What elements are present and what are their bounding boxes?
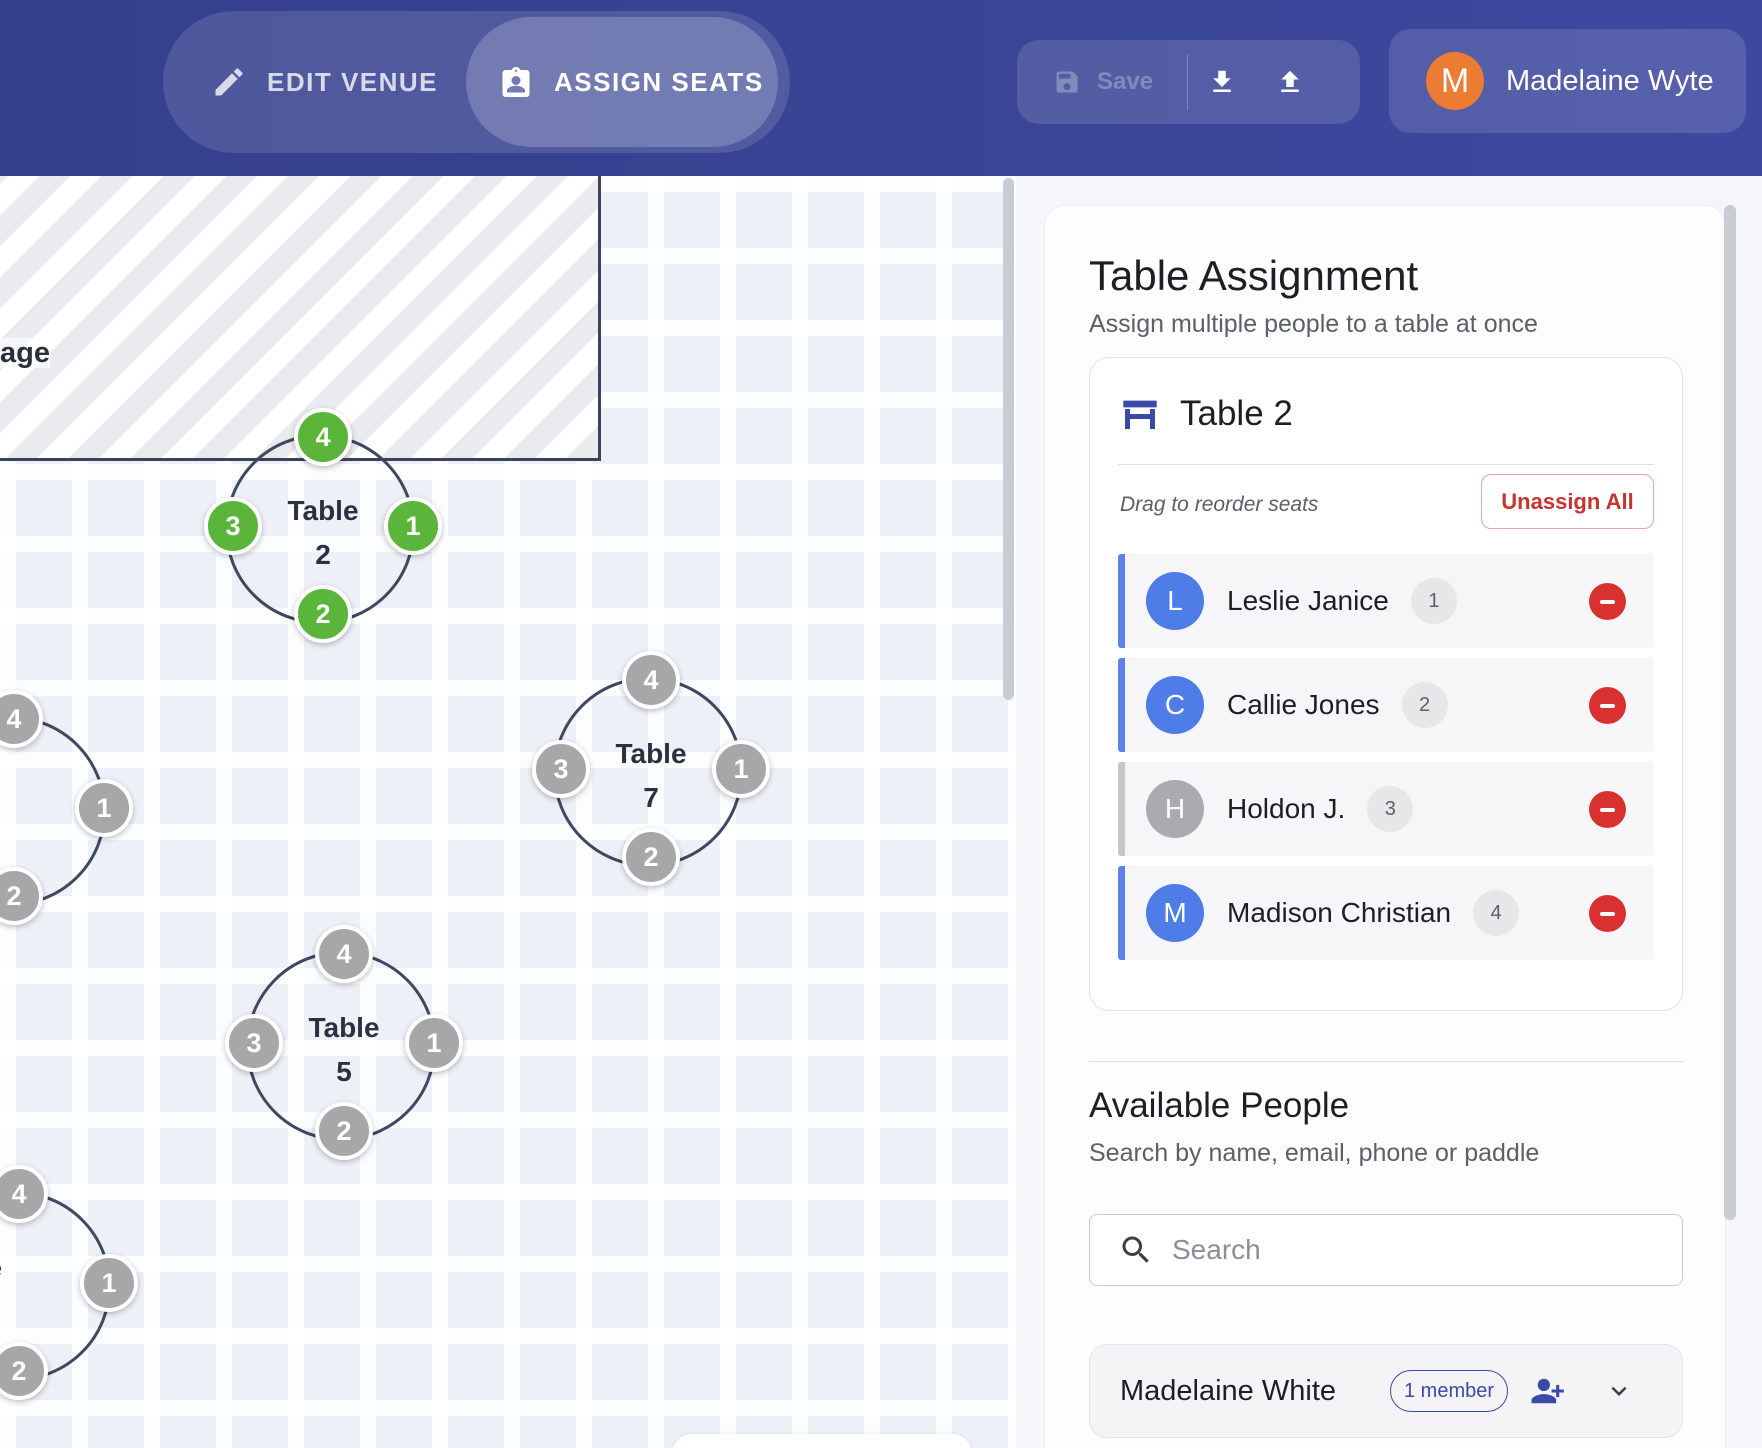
- avatar: L: [1146, 572, 1204, 630]
- download-button[interactable]: [1188, 40, 1256, 124]
- download-icon: [1213, 70, 1231, 92]
- minus-icon: [1600, 911, 1615, 916]
- seat[interactable]: 3: [532, 740, 590, 798]
- divider: [1118, 464, 1654, 465]
- edit-venue-button[interactable]: EDIT VENUE: [163, 17, 463, 147]
- remove-person-button[interactable]: [1589, 583, 1626, 620]
- remove-person-button[interactable]: [1589, 791, 1626, 828]
- upload-icon: [1281, 70, 1299, 92]
- divider: [1089, 1061, 1683, 1062]
- person-add-icon: [1531, 1378, 1564, 1404]
- table-8[interactable]: able 8 4 1 2 3: [0, 1165, 138, 1400]
- panel-title: Table Assignment: [1089, 252, 1419, 299]
- seat[interactable]: 2: [0, 1342, 48, 1400]
- panel-scrollbar[interactable]: [1724, 205, 1736, 1220]
- person-name: Leslie Janice: [1227, 585, 1389, 616]
- assigned-person-row[interactable]: L Leslie Janice 1: [1118, 554, 1654, 648]
- seat[interactable]: 2: [294, 585, 352, 643]
- avatar: M: [1146, 884, 1204, 942]
- seat-number: 2: [1401, 682, 1448, 728]
- minus-icon: [1600, 807, 1615, 812]
- save-icon: [1056, 71, 1078, 93]
- avatar: H: [1146, 780, 1204, 838]
- canvas-overlay-pill: [672, 1434, 972, 1448]
- minus-icon: [1600, 599, 1615, 604]
- available-people-title: Available People: [1089, 1086, 1350, 1125]
- seat[interactable]: 2: [622, 828, 680, 886]
- panel-subtitle: Assign multiple people to a table at onc…: [1089, 310, 1538, 338]
- table-7[interactable]: Table 7 4 1 2 3: [532, 651, 770, 886]
- seat[interactable]: 1: [80, 1254, 138, 1312]
- reorder-hint: Drag to reorder seats: [1120, 493, 1319, 516]
- card-header: Table 2: [1120, 394, 1293, 434]
- seat[interactable]: 2: [315, 1102, 373, 1160]
- seat[interactable]: 4: [0, 690, 43, 748]
- seat[interactable]: 4: [622, 651, 680, 709]
- available-group-row[interactable]: Madelaine White 1 member: [1089, 1344, 1683, 1438]
- minus-icon: [1600, 703, 1615, 708]
- selected-table-name: Table 2: [1180, 394, 1293, 433]
- seat[interactable]: 4: [0, 1165, 48, 1223]
- person-name: Madison Christian: [1227, 897, 1452, 928]
- assignment-panel: Table Assignment Assign multiple people …: [1045, 206, 1725, 1448]
- member-count-badge: 1 member: [1390, 1370, 1509, 1412]
- remove-person-button[interactable]: [1589, 895, 1626, 932]
- seat[interactable]: 1: [405, 1014, 463, 1072]
- available-people-subtitle: Search by name, email, phone or paddle: [1089, 1139, 1540, 1167]
- mode-toggle: EDIT VENUE ASSIGN SEATS: [163, 11, 790, 153]
- selected-table-card: Table 2 Drag to reorder seats Unassign A…: [1089, 357, 1683, 1011]
- assigned-person-row[interactable]: C Callie Jones 2: [1118, 658, 1654, 752]
- file-actions: Save: [1017, 40, 1360, 124]
- badge-icon: [502, 67, 530, 97]
- seat[interactable]: 4: [315, 925, 373, 983]
- save-button[interactable]: Save: [1017, 40, 1187, 124]
- assigned-person-row[interactable]: M Madison Christian 4: [1118, 866, 1654, 960]
- seat[interactable]: 1: [75, 779, 133, 837]
- search-field[interactable]: [1089, 1214, 1683, 1286]
- avatar: C: [1146, 676, 1204, 734]
- expand-button[interactable]: [1604, 1376, 1634, 1406]
- seat[interactable]: 1: [384, 497, 442, 555]
- app-header: EDIT VENUE ASSIGN SEATS Save M Madelaine…: [0, 0, 1762, 176]
- seat[interactable]: 2: [0, 867, 43, 925]
- add-to-table-button[interactable]: [1530, 1375, 1570, 1407]
- seat-number: 4: [1473, 890, 1520, 936]
- edit-venue-label: EDIT VENUE: [267, 66, 439, 97]
- remove-person-button[interactable]: [1589, 687, 1626, 724]
- assigned-person-row[interactable]: H Holdon J. 3: [1118, 762, 1654, 856]
- avatar: M: [1426, 52, 1484, 110]
- seat[interactable]: 3: [225, 1014, 283, 1072]
- canvas-scrollbar[interactable]: [1003, 178, 1014, 700]
- table-icon: [1123, 400, 1157, 429]
- stage-label: age: [0, 337, 50, 369]
- venue-canvas[interactable]: age Table 2 4 1 2 3 Table 7 4 1 2 3 able…: [0, 176, 1016, 1448]
- user-menu[interactable]: M Madelaine Wyte: [1389, 29, 1746, 133]
- seat[interactable]: 3: [204, 497, 262, 555]
- group-name: Madelaine White: [1120, 1374, 1336, 1407]
- table-2[interactable]: Table 2 4 1 2 3: [204, 408, 442, 643]
- table-3[interactable]: able 3 4 1 2 3: [0, 690, 133, 925]
- pencil-icon: [215, 68, 243, 96]
- assign-seats-button[interactable]: ASSIGN SEATS: [466, 17, 778, 147]
- assign-seats-label: ASSIGN SEATS: [554, 66, 764, 97]
- person-name: Callie Jones: [1227, 689, 1380, 720]
- seat[interactable]: 4: [294, 408, 352, 466]
- save-label: Save: [1097, 68, 1154, 95]
- table-5[interactable]: Table 5 4 1 2 3: [225, 925, 463, 1160]
- chevron-down-icon: [1611, 1386, 1627, 1396]
- seat[interactable]: 1: [712, 740, 770, 798]
- user-name: Madelaine Wyte: [1506, 64, 1714, 97]
- person-name: Holdon J.: [1227, 793, 1346, 824]
- seat-number: 1: [1410, 578, 1457, 624]
- search-icon: [1122, 1236, 1149, 1263]
- upload-button[interactable]: [1256, 40, 1324, 124]
- unassign-all-button[interactable]: Unassign All: [1481, 474, 1654, 529]
- search-input[interactable]: [1172, 1234, 1652, 1266]
- seat-number: 3: [1367, 786, 1414, 832]
